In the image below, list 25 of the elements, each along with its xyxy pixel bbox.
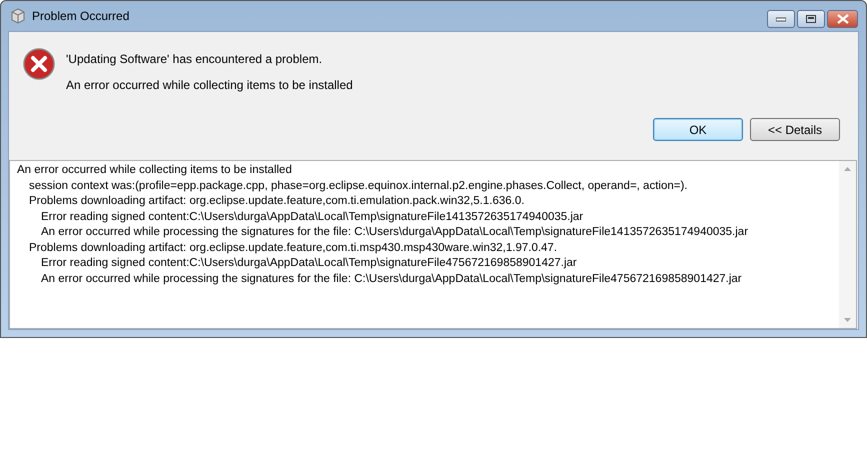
ok-button[interactable]: OK xyxy=(653,118,743,141)
log-line: An error occurred while processing the signatures for the file: C:\Users\durga\AppData\Local\Temp\signatureFile475672169858901427.jar xyxy=(41,272,742,286)
details-button[interactable]: << Details xyxy=(750,118,840,141)
log-line: Problems downloading artifact: org.eclipse.update.feature,com.ti.emulation.pack.win32,5.1.636.0. xyxy=(29,194,524,209)
log-line: session context was:(profile=epp.package.cpp, phase=org.eclipse.equinox.internal.p2.engine.phases.Collect, operand=, action=). xyxy=(29,178,688,194)
error-message: An error occurred while collecting items to be installed xyxy=(66,78,353,92)
log-line: Error reading signed content:C:\Users\durga\AppData\Local\Temp\signatureFile475672169858901427.jar xyxy=(41,256,577,271)
error-icon xyxy=(23,48,55,80)
minimize-button[interactable] xyxy=(767,10,795,28)
log-line: An error occurred while collecting items to be installed xyxy=(17,163,292,178)
cube-icon xyxy=(10,8,26,24)
window-title: Problem Occurred xyxy=(32,9,130,23)
log-line: An error occurred while processing the signatures for the file: C:\Users\durga\AppData\Local\Temp\signatureFile1413572635174940035.jar xyxy=(41,225,748,240)
details-text-area[interactable] xyxy=(9,160,857,329)
maximize-button[interactable] xyxy=(797,10,825,28)
error-heading: 'Updating Software' has encountered a problem. xyxy=(66,52,324,66)
maximize-icon xyxy=(806,15,816,23)
close-icon xyxy=(836,14,848,24)
scrollbar[interactable] xyxy=(839,161,856,328)
minimize-icon xyxy=(776,16,786,22)
scroll-up-icon xyxy=(844,167,851,171)
log-line: Error reading signed content:C:\Users\durga\AppData\Local\Temp\signatureFile1413572635174940035.jar xyxy=(41,210,584,224)
log-line: Problems downloading artifact: org.eclipse.update.feature,com.ti.msp430.msp430ware.win32,1.97.0.47. xyxy=(29,240,558,256)
scroll-down-icon xyxy=(844,318,851,322)
close-button[interactable] xyxy=(827,10,858,28)
